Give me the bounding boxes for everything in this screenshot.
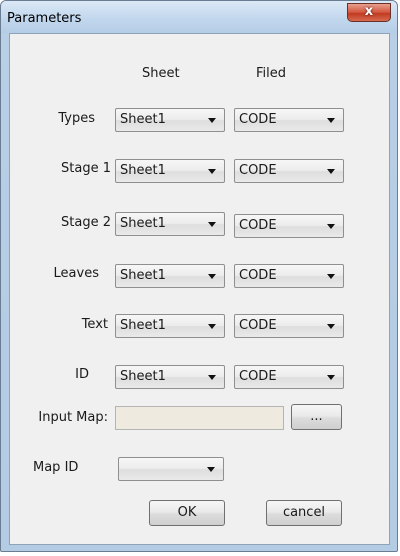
chevron-down-icon bbox=[208, 222, 216, 227]
id-field-value: CODE bbox=[239, 369, 277, 384]
field-column-header: Filed bbox=[256, 66, 287, 81]
types-sheet-value: Sheet1 bbox=[120, 112, 166, 127]
chevron-down-icon bbox=[208, 118, 216, 123]
stage1-label: Stage 1 bbox=[61, 161, 111, 176]
chevron-down-icon bbox=[208, 324, 216, 329]
chevron-down-icon bbox=[208, 274, 216, 279]
chevron-down-icon bbox=[207, 467, 215, 472]
id-sheet-select[interactable]: Sheet1 bbox=[115, 365, 225, 389]
ok-button[interactable]: OK bbox=[149, 500, 225, 526]
cancel-button-label: cancel bbox=[282, 505, 326, 520]
ellipsis-icon: ... bbox=[310, 409, 323, 424]
text-field-select[interactable]: CODE bbox=[234, 314, 344, 338]
stage2-sheet-value: Sheet1 bbox=[120, 216, 166, 231]
chevron-down-icon bbox=[327, 224, 335, 229]
stage2-sheet-select[interactable]: Sheet1 bbox=[115, 212, 225, 236]
chevron-down-icon bbox=[208, 375, 216, 380]
types-label: Types bbox=[58, 111, 95, 126]
text-sheet-value: Sheet1 bbox=[120, 318, 166, 333]
stage1-field-value: CODE bbox=[239, 163, 277, 178]
chevron-down-icon bbox=[327, 375, 335, 380]
text-label: Text bbox=[81, 317, 108, 332]
dialog-body: Sheet Filed Types Sheet1 CODE Stage 1 Sh… bbox=[9, 33, 390, 545]
ok-button-label: OK bbox=[177, 505, 197, 520]
cancel-button[interactable]: cancel bbox=[266, 500, 342, 526]
map-id-label: Map ID bbox=[33, 460, 79, 475]
chevron-down-icon bbox=[327, 274, 335, 279]
close-icon: x bbox=[364, 4, 374, 19]
parameters-dialog: Parameters x Sheet Filed Types Sheet1 CO… bbox=[0, 0, 398, 552]
browse-button[interactable]: ... bbox=[291, 404, 342, 430]
stage2-label: Stage 2 bbox=[61, 215, 111, 230]
sheet-column-header: Sheet bbox=[142, 66, 180, 81]
map-id-select[interactable] bbox=[118, 457, 224, 481]
stage1-sheet-select[interactable]: Sheet1 bbox=[115, 159, 225, 183]
types-field-value: CODE bbox=[239, 112, 277, 127]
close-button[interactable]: x bbox=[347, 3, 391, 22]
stage2-field-value: CODE bbox=[239, 218, 277, 233]
id-sheet-value: Sheet1 bbox=[120, 369, 166, 384]
chevron-down-icon bbox=[327, 169, 335, 174]
leaves-field-value: CODE bbox=[239, 268, 277, 283]
types-field-select[interactable]: CODE bbox=[234, 108, 344, 132]
chevron-down-icon bbox=[208, 169, 216, 174]
types-sheet-select[interactable]: Sheet1 bbox=[115, 108, 225, 132]
leaves-sheet-select[interactable]: Sheet1 bbox=[115, 264, 225, 288]
leaves-label: Leaves bbox=[53, 266, 99, 281]
stage1-sheet-value: Sheet1 bbox=[120, 163, 166, 178]
id-label: ID bbox=[75, 367, 89, 382]
text-sheet-select[interactable]: Sheet1 bbox=[115, 314, 225, 338]
title-bar[interactable]: Parameters x bbox=[1, 1, 397, 33]
input-map-field[interactable] bbox=[115, 406, 284, 430]
chevron-down-icon bbox=[327, 118, 335, 123]
window-title: Parameters bbox=[7, 11, 82, 26]
leaves-sheet-value: Sheet1 bbox=[120, 268, 166, 283]
input-map-label: Input Map: bbox=[38, 410, 108, 425]
stage1-field-select[interactable]: CODE bbox=[234, 159, 344, 183]
text-field-value: CODE bbox=[239, 318, 277, 333]
id-field-select[interactable]: CODE bbox=[234, 365, 344, 389]
chevron-down-icon bbox=[327, 324, 335, 329]
leaves-field-select[interactable]: CODE bbox=[234, 264, 344, 288]
stage2-field-select[interactable]: CODE bbox=[234, 214, 344, 238]
